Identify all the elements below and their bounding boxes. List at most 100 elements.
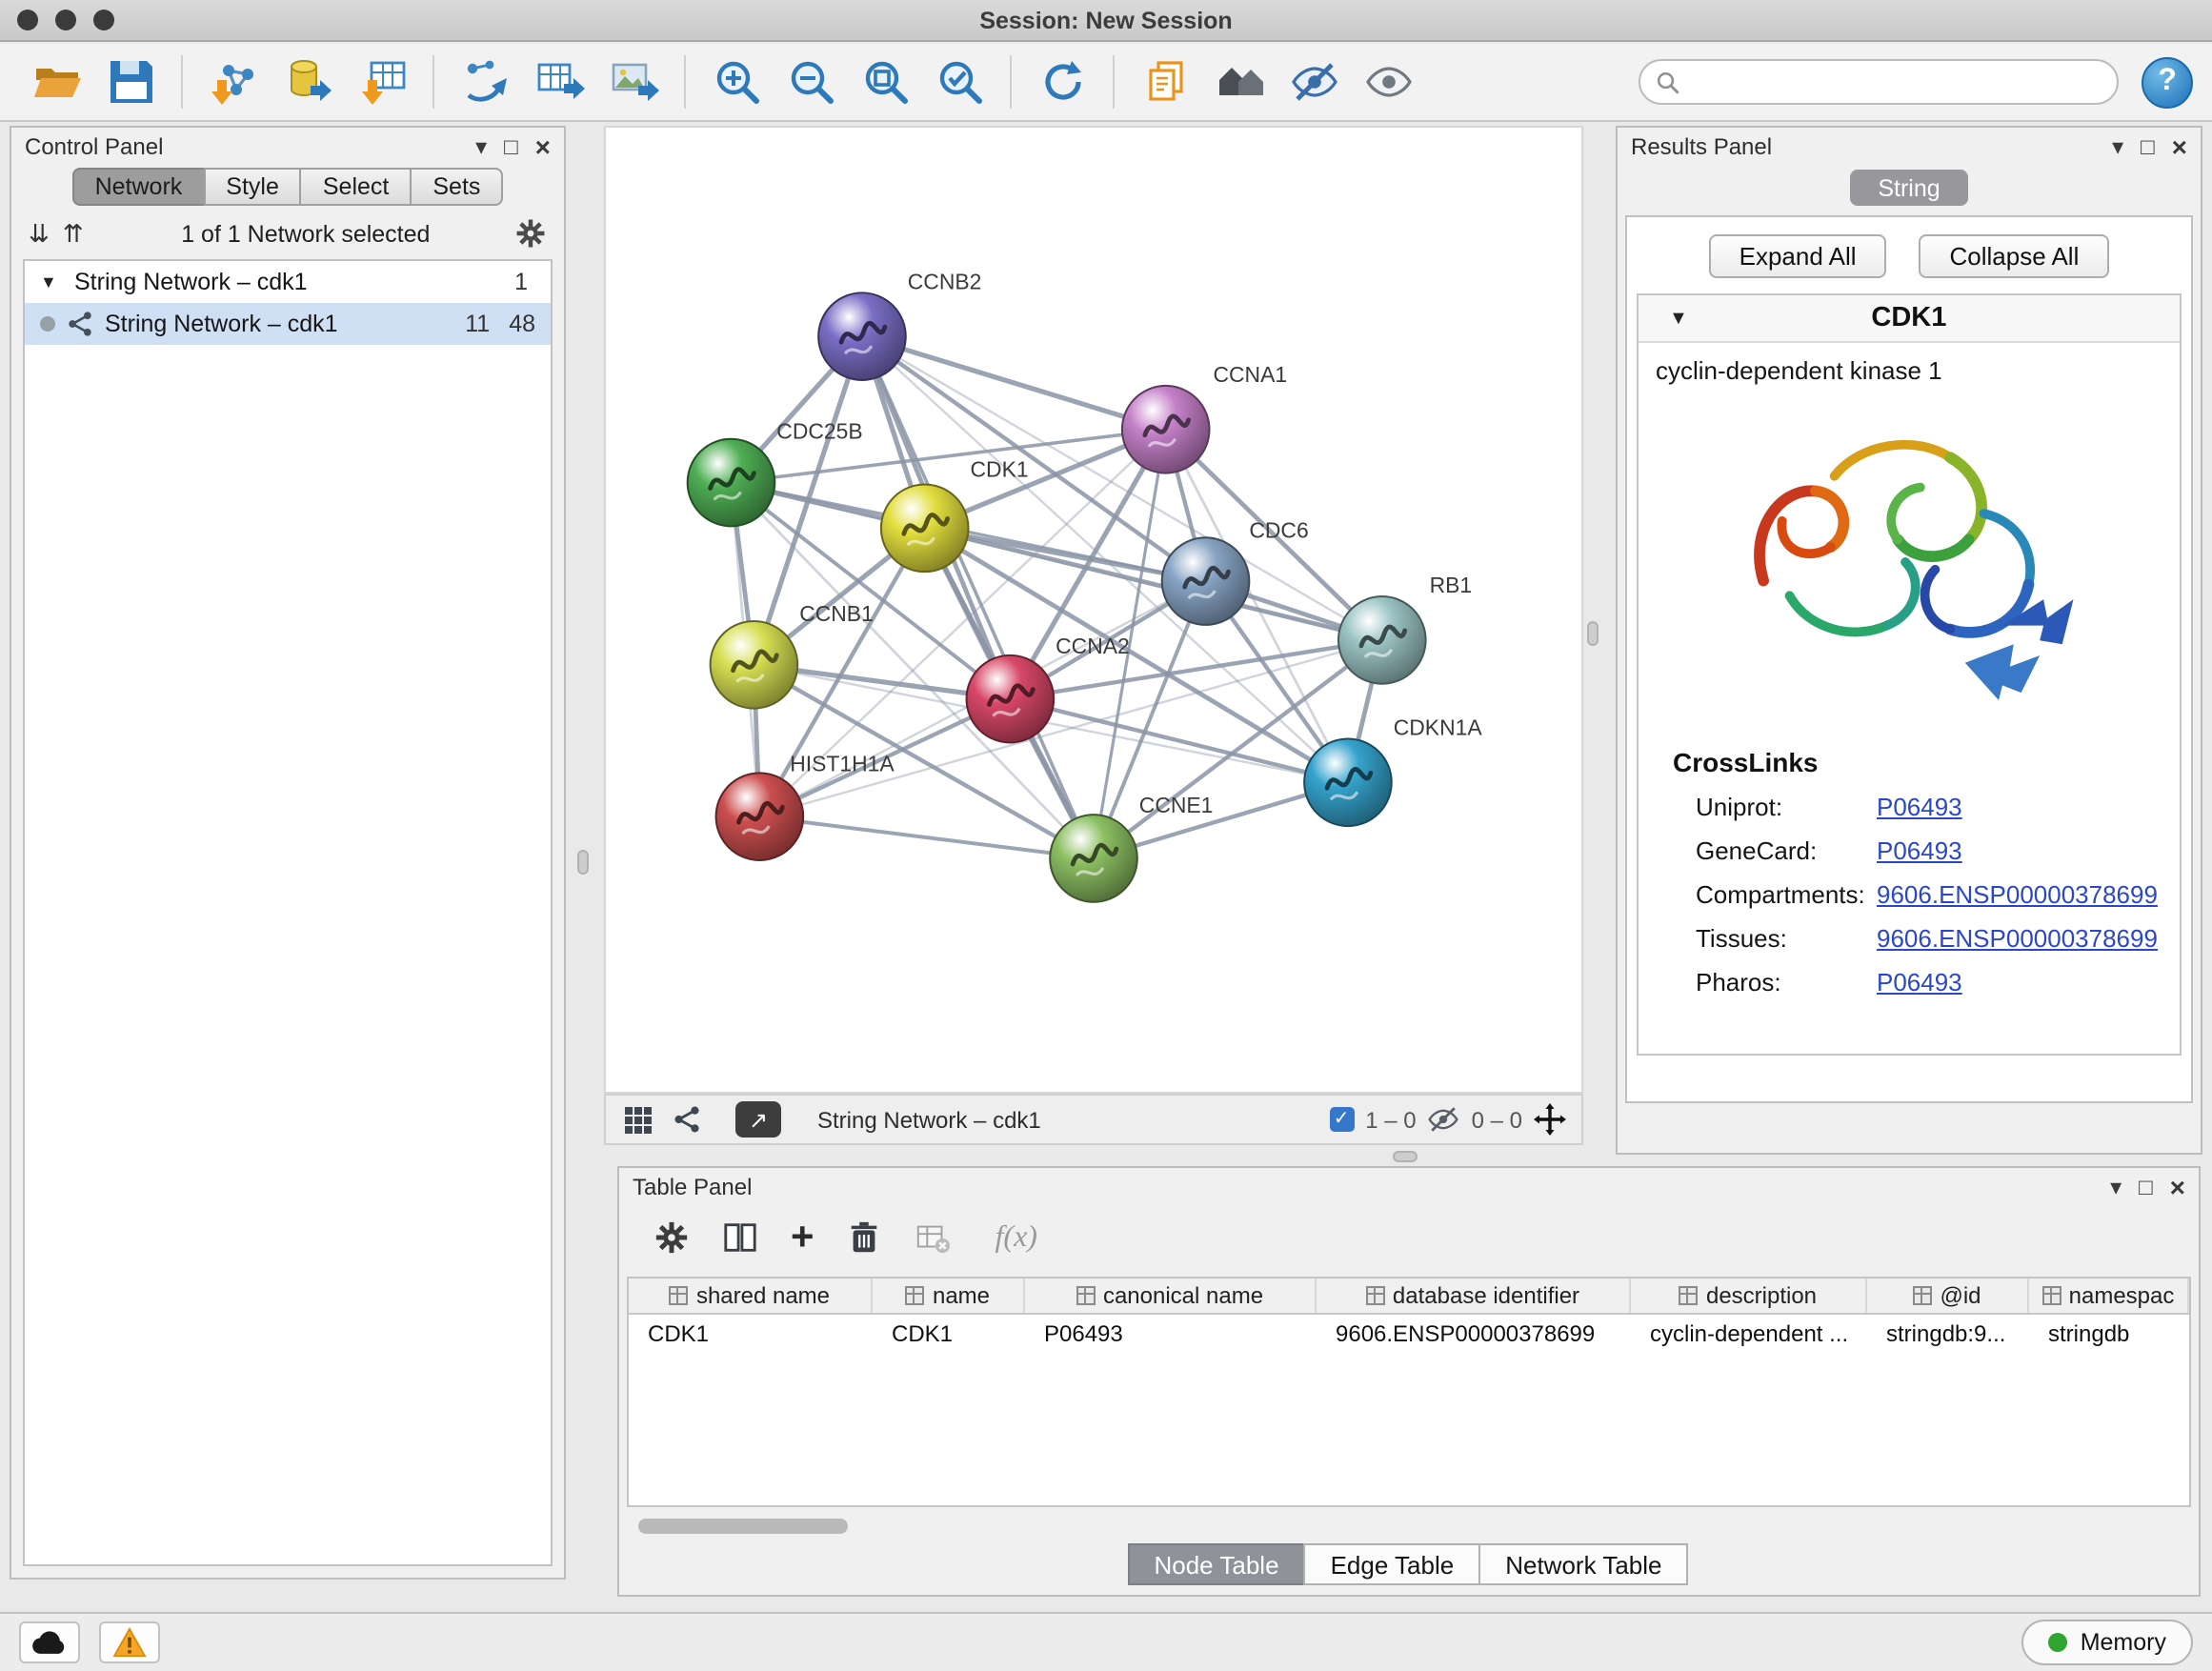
tab-select[interactable]: Select: [300, 168, 412, 206]
cell-shared-name[interactable]: CDK1: [629, 1315, 873, 1353]
horizontal-splitter-grip[interactable]: [1393, 1151, 1418, 1162]
panel-float-icon[interactable]: □: [2139, 1175, 2153, 1198]
save-session-button[interactable]: [95, 50, 166, 114]
new-network-from-selection-button[interactable]: [450, 50, 520, 114]
panel-menu-icon[interactable]: ▾: [2112, 134, 2123, 157]
panel-close-icon[interactable]: ×: [2170, 1173, 2185, 1199]
panel-float-icon[interactable]: □: [2141, 134, 2155, 157]
show-all-button[interactable]: [1353, 50, 1423, 114]
open-session-button[interactable]: [21, 50, 91, 114]
selected-checkbox[interactable]: ✓: [1329, 1107, 1354, 1132]
tab-network-table[interactable]: Network Table: [1478, 1543, 1688, 1585]
tab-string[interactable]: String: [1849, 170, 1968, 206]
network-edge[interactable]: [862, 336, 1094, 858]
column-header-database-identifier[interactable]: database identifier: [1317, 1278, 1631, 1313]
expand-all-icon[interactable]: ⇈: [63, 218, 84, 249]
open-in-new-button[interactable]: ↗: [735, 1101, 781, 1137]
collapse-all-button[interactable]: Collapse All: [1920, 234, 2110, 278]
string-home-button[interactable]: [1204, 50, 1275, 114]
cell-canonical-name[interactable]: P06493: [1025, 1315, 1317, 1353]
panel-menu-icon[interactable]: ▾: [2110, 1175, 2122, 1198]
table-settings-gear-icon[interactable]: [654, 1219, 690, 1256]
import-network-file-button[interactable]: [198, 50, 269, 114]
column-header-canonical-name[interactable]: canonical name: [1025, 1278, 1317, 1313]
network-collection-row[interactable]: ▼ String Network – cdk1 1: [25, 261, 551, 303]
minimize-window-button[interactable]: [55, 10, 76, 30]
crosslink-link[interactable]: 9606.ENSP00000378699: [1877, 924, 2158, 953]
crosslink-link[interactable]: P06493: [1877, 793, 1962, 821]
network-node-CCNB1[interactable]: [711, 621, 798, 709]
zoom-fit-button[interactable]: [850, 50, 920, 114]
tab-sets[interactable]: Sets: [410, 168, 503, 206]
horizontal-scrollbar-thumb[interactable]: [638, 1519, 848, 1534]
maximize-window-button[interactable]: [93, 10, 114, 30]
tab-edge-table[interactable]: Edge Table: [1304, 1543, 1481, 1585]
zoom-selected-button[interactable]: [924, 50, 995, 114]
memory-button[interactable]: Memory: [2021, 1620, 2193, 1665]
zoom-out-button[interactable]: [775, 50, 846, 114]
vertical-splitter-grip[interactable]: [1587, 621, 1599, 646]
cell-namespace[interactable]: stringdb: [2029, 1315, 2189, 1353]
apply-layout-button[interactable]: [1027, 50, 1097, 114]
pan-crosshair-icon[interactable]: [1534, 1103, 1566, 1136]
crosslink-link[interactable]: P06493: [1877, 836, 1962, 865]
tab-node-table[interactable]: Node Table: [1127, 1543, 1305, 1585]
cell-description[interactable]: cyclin-dependent ...: [1631, 1315, 1867, 1353]
vertical-splitter-grip[interactable]: [577, 850, 589, 875]
show-columns-icon[interactable]: [722, 1219, 758, 1256]
panel-menu-icon[interactable]: ▾: [475, 134, 487, 157]
network-row[interactable]: String Network – cdk1 11 48: [25, 303, 551, 345]
duplicate-network-button[interactable]: [1130, 50, 1200, 114]
collapse-all-icon[interactable]: ⇊: [29, 218, 50, 249]
zoom-in-button[interactable]: [701, 50, 772, 114]
network-node-CCNA2[interactable]: [967, 655, 1055, 743]
column-header-namespace[interactable]: namespac: [2029, 1278, 2189, 1313]
search-box[interactable]: [1639, 59, 2119, 105]
import-table-button[interactable]: [347, 50, 417, 114]
delete-column-icon[interactable]: [847, 1219, 883, 1256]
warnings-button[interactable]: [99, 1621, 160, 1663]
column-header-shared-name[interactable]: shared name: [629, 1278, 873, 1313]
network-node-CDKN1A[interactable]: [1304, 738, 1392, 826]
tree-expand-icon[interactable]: ▼: [40, 272, 63, 292]
network-view-button[interactable]: [671, 1103, 703, 1136]
help-button[interactable]: ?: [2142, 56, 2193, 108]
network-node-CCNB2[interactable]: [818, 292, 906, 380]
column-header-name[interactable]: name: [873, 1278, 1025, 1313]
import-network-database-button[interactable]: [272, 50, 343, 114]
network-node-CDC6[interactable]: [1162, 537, 1250, 625]
network-node-CDC25B[interactable]: [688, 439, 775, 527]
grid-view-button[interactable]: [621, 1103, 654, 1136]
network-node-CCNE1[interactable]: [1050, 815, 1137, 902]
network-edge[interactable]: [862, 336, 1166, 430]
tab-style[interactable]: Style: [203, 168, 302, 206]
panel-float-icon[interactable]: □: [504, 134, 518, 157]
cell-id[interactable]: stringdb:9...: [1867, 1315, 2029, 1353]
network-node-HIST1H1A[interactable]: [716, 773, 804, 860]
network-edge[interactable]: [759, 816, 1094, 858]
expand-all-button[interactable]: Expand All: [1709, 234, 1887, 278]
panel-close-icon[interactable]: ×: [535, 132, 551, 159]
export-table-button[interactable]: [524, 50, 594, 114]
network-graph[interactable]: CCNB2CCNA1CDC25BCDK1CDC6RB1CCNB1CCNA2CDK…: [606, 128, 1581, 1092]
cell-name[interactable]: CDK1: [873, 1315, 1025, 1353]
network-node-CDK1[interactable]: [881, 485, 969, 573]
table-row[interactable]: CDK1 CDK1 P06493 9606.ENSP00000378699 cy…: [629, 1315, 2189, 1353]
crosslink-link[interactable]: P06493: [1877, 968, 1962, 997]
close-window-button[interactable]: [17, 10, 38, 30]
hide-selected-button[interactable]: [1278, 50, 1349, 114]
export-image-button[interactable]: [598, 50, 669, 114]
cloud-status-button[interactable]: [19, 1621, 80, 1663]
tab-network[interactable]: Network: [72, 168, 206, 206]
search-input[interactable]: [1690, 67, 2101, 97]
crosslink-link[interactable]: 9606.ENSP00000378699: [1877, 880, 2158, 909]
column-header-id[interactable]: @id: [1867, 1278, 2029, 1313]
add-column-icon[interactable]: +: [791, 1218, 814, 1258]
network-node-CCNA1[interactable]: [1122, 386, 1210, 473]
column-header-description[interactable]: description: [1631, 1278, 1867, 1313]
gear-icon[interactable]: [514, 217, 547, 250]
network-view[interactable]: CCNB2CCNA1CDC25BCDK1CDC6RB1CCNB1CCNA2CDK…: [604, 126, 1583, 1094]
cell-database-identifier[interactable]: 9606.ENSP00000378699: [1317, 1315, 1631, 1353]
panel-close-icon[interactable]: ×: [2172, 132, 2187, 159]
protein-section-header[interactable]: ▼ CDK1: [1639, 295, 2180, 343]
